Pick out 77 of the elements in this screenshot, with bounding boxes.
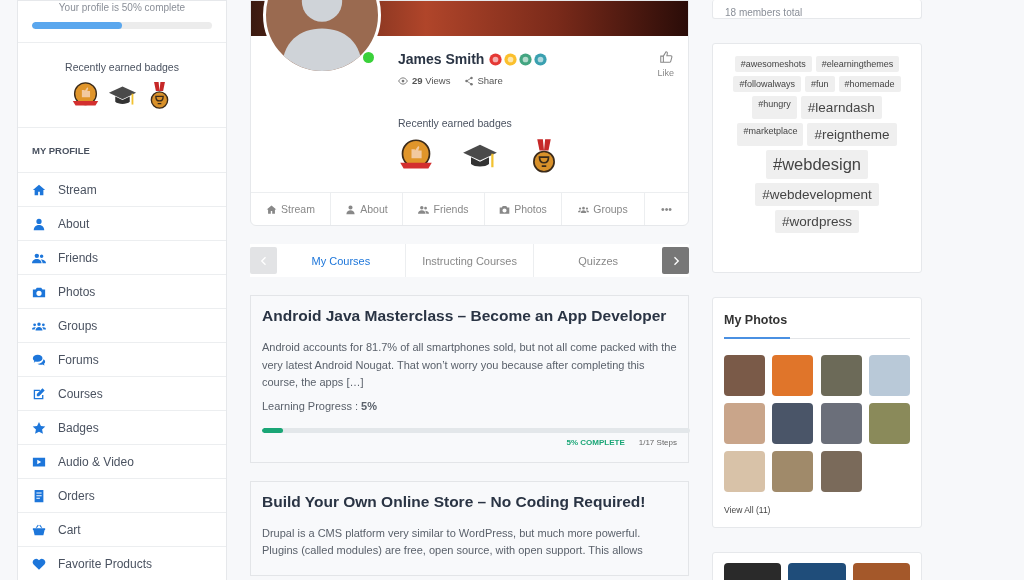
hashtag[interactable]: #awesomeshots [734,56,812,72]
sidebar-item[interactable]: Badges [18,411,226,445]
sidebar-item[interactable]: About [18,207,226,241]
hashtag[interactable]: #webdevelopment [755,183,879,206]
camera-icon [499,203,511,215]
profile-nav-tab[interactable]: About [331,193,403,225]
hashtag[interactable]: #wordpress [775,210,859,233]
learning-progress-label: Learning Progress : 5% [262,399,378,412]
hashtag[interactable]: #followalways [733,76,801,92]
sidebar-item[interactable]: Orders [18,479,226,513]
profile-nav-tab[interactable]: Stream [251,193,331,225]
widget-title: My Photos [724,313,788,327]
profile-nav-tab[interactable]: Photos [485,193,562,225]
next-button[interactable] [662,247,689,274]
views-count: 29 Views [412,75,451,86]
hashtag[interactable]: #marketplace [737,123,804,146]
photo-placeholder[interactable] [772,355,814,396]
photo-placeholder[interactable] [820,355,862,396]
hashtag[interactable]: #fun [804,76,835,92]
view-all-link[interactable]: View All (11) [724,505,910,515]
hashtag[interactable]: #webdesign [765,150,869,179]
badge-icon [519,52,533,66]
photo-placeholder[interactable] [772,403,814,444]
course-tab[interactable]: Instructing Courses [405,244,535,277]
sidebar-item[interactable]: Courses [18,377,226,411]
user-icon [32,216,46,231]
profile-nav-tab[interactable]: ••• [645,193,688,225]
profile-name: James Smith [398,51,485,67]
hashtag[interactable]: #hungry [752,96,797,119]
hashtag[interactable]: #homemade [838,76,901,92]
sidebar-item[interactable]: Forums [18,343,226,377]
profile-nav-tab[interactable]: Groups [562,193,645,225]
profile-progress-text: Your profile is 50% complete [58,2,186,13]
photo-placeholder[interactable] [820,403,862,444]
complete-percent: 5% COMPLETE [566,437,625,447]
hashtag[interactable]: #elearningthemes [815,56,900,72]
photo-placeholder[interactable] [820,451,862,492]
hashtag[interactable]: #reigntheme [807,123,897,146]
course-title[interactable]: Build Your Own Online Store – No Coding Required! [262,492,677,511]
badge-icon [534,52,548,66]
star-icon [32,420,46,435]
sidebar-item[interactable]: Photos [18,275,226,309]
users-icon [418,203,430,215]
hashtag[interactable]: #learndash [800,96,882,119]
photo-placeholder[interactable] [772,451,814,492]
heart-icon [32,556,46,571]
like-button[interactable]: Like [657,50,674,78]
badge-icon [489,52,503,66]
profile-nav-tab[interactable]: Friends [403,193,485,225]
course-tab[interactable]: Quizzes [534,244,662,277]
eye-icon [398,75,408,86]
sidebar-item[interactable]: Audio & Video [18,445,226,479]
steps-count: 1/17 Steps [638,437,677,447]
course-description: Drupal is a CMS platform very similar to WordPress, but much more powerful. Plugins (called modules) are free, open source, with open support. This allows [262,525,644,558]
course-tab[interactable]: My Courses [277,244,406,277]
members-total: 18 members total [725,7,803,18]
receipt-icon [32,488,46,503]
share-icon [464,75,475,86]
edit-icon [32,386,46,401]
sidebar-item[interactable]: Stream [18,173,226,207]
sidebar-item[interactable]: Favorite Products [18,547,226,580]
user-icon [345,203,357,215]
badge-icon [504,52,518,66]
home-icon [266,203,278,215]
badges-title: Recently earned badges [65,60,179,73]
share-link[interactable]: Share [464,75,503,86]
sidebar-item[interactable]: Cart [18,513,226,547]
basket-icon [32,522,46,537]
badges-title: Recently earned badges [398,117,512,129]
thumbs-up-icon [658,50,673,64]
sidebar-item[interactable]: Friends [18,241,226,275]
sidebar-item[interactable]: Groups [18,309,226,343]
menu-heading: MY PROFILE [32,144,90,156]
course-description: Android accounts for 81.7% of all smartphones sold, but not all come packed with the very latest Android Nougat. That won’t worry you because after completing this course, the apps […] [262,340,677,390]
chat-icon [32,352,46,367]
home-icon [32,182,46,197]
course-title[interactable]: Android Java Masterclass – Become an App Developer [262,307,677,325]
